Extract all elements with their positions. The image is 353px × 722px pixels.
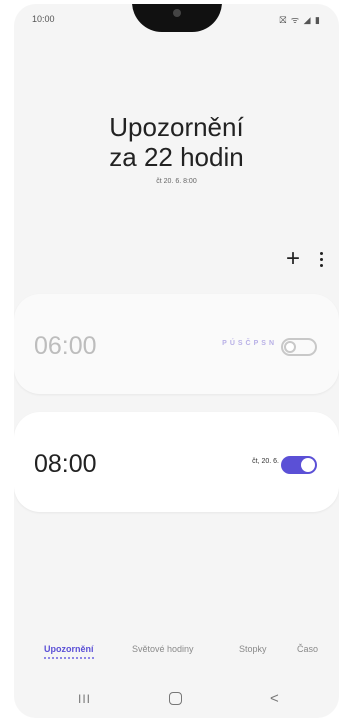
summary-subtitle: čt 20. 6. 8:00 (156, 178, 197, 185)
more-options-icon[interactable] (320, 251, 323, 267)
summary-title-line2: za 22 hodin (109, 142, 244, 172)
summary-title-line1: Upozornění (109, 112, 244, 142)
system-nav-bar: III < (14, 690, 339, 714)
home-icon[interactable] (169, 692, 182, 705)
toolbar: + (286, 247, 323, 271)
back-icon[interactable]: < (270, 691, 279, 706)
tab-timer[interactable]: Časo (297, 644, 318, 654)
alarm-toggle[interactable] (281, 456, 317, 474)
toggle-knob (301, 458, 315, 472)
bottom-tabs: Upozornění Světové hodiny Stopky Časo (14, 644, 339, 664)
add-alarm-button[interactable]: + (286, 247, 300, 271)
toggle-knob (284, 341, 296, 353)
alarm-repeat-days: PÚSČPSN (222, 340, 277, 347)
alarm-time: 08:00 (34, 450, 97, 478)
status-bar: 10:00 ⛝ ᯤ ◢ ▮ (14, 4, 339, 32)
alarm-card[interactable]: 08:00 čt, 20. 6. (14, 412, 339, 512)
alarm-summary: Upozornění za 22 hodin čt 20. 6. 8:00 (14, 112, 339, 185)
alarm-toggle[interactable] (281, 338, 317, 356)
status-icons: ⛝ ᯤ ◢ ▮ (279, 15, 321, 25)
phone-screen: 10:00 ⛝ ᯤ ◢ ▮ Upozornění za 22 hodin čt … (14, 4, 339, 718)
alarm-time: 06:00 (34, 332, 97, 360)
tab-stopwatch[interactable]: Stopky (239, 644, 267, 654)
tab-world-clock[interactable]: Světové hodiny (132, 644, 194, 654)
alarm-card[interactable]: 06:00 PÚSČPSN (14, 294, 339, 394)
recent-apps-icon[interactable]: III (78, 692, 91, 706)
alarm-date: čt, 20. 6. (252, 458, 279, 465)
tab-alarms[interactable]: Upozornění (44, 644, 94, 659)
status-time: 10:00 (32, 14, 55, 24)
